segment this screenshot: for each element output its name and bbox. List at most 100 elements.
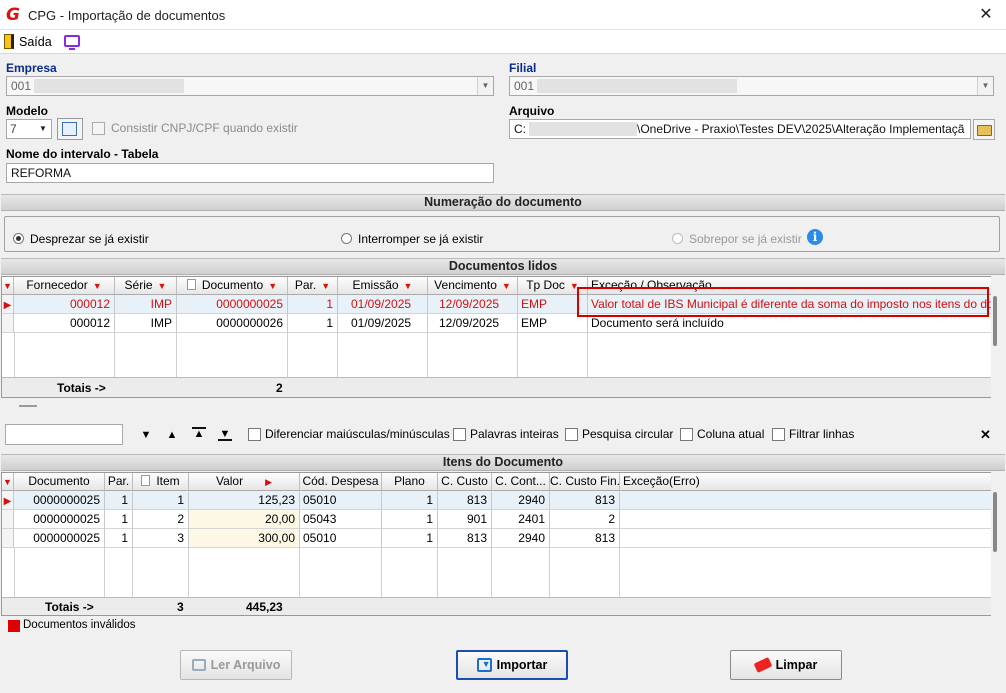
table-cell[interactable]: 1 (105, 529, 133, 548)
arrow-last-icon[interactable]: ▼ (218, 427, 232, 441)
col-documento[interactable]: Documento (14, 473, 105, 491)
itens-grid[interactable]: ▼ Documento Par. Item Valor ▶ Cód. Despes… (1, 472, 995, 616)
filter-checkbox[interactable] (772, 428, 785, 441)
table-cell[interactable]: 1 (382, 510, 438, 529)
col-excecao-erro[interactable]: Exceção(Erro) (620, 473, 994, 491)
table-cell[interactable]: 1 (105, 491, 133, 510)
table-cell[interactable]: 2401 (492, 510, 550, 529)
arrow-first-icon[interactable]: ▲ (192, 427, 206, 441)
col-valor[interactable]: Valor ▶ (189, 473, 300, 491)
table-cell[interactable]: 1 (133, 491, 189, 510)
table-cell[interactable]: 813 (438, 491, 492, 510)
table-cell[interactable]: 300,00 (189, 529, 300, 548)
filter-icon[interactable]: ▼ (404, 281, 413, 291)
col-item[interactable]: Item (133, 473, 189, 491)
exit-menu-item[interactable]: Saída (19, 35, 52, 49)
arrow-down-icon[interactable]: ▼ (139, 428, 153, 442)
documentos-scrollbar[interactable] (991, 276, 1000, 398)
col-vencimento[interactable]: Vencimento ▼ (428, 277, 518, 295)
table-cell[interactable]: 813 (438, 529, 492, 548)
col-par[interactable]: Par. ▼ (288, 277, 338, 295)
col-documento[interactable]: Documento ▼ (177, 277, 288, 295)
chevron-down-icon[interactable]: ▼ (977, 77, 993, 95)
table-cell[interactable]: 1 (382, 491, 438, 510)
table-cell[interactable]: 901 (438, 510, 492, 529)
search-input[interactable] (5, 424, 123, 445)
table-cell[interactable]: 2940 (492, 529, 550, 548)
table-cell[interactable]: 125,23 (189, 491, 300, 510)
col-plano[interactable]: Plano (382, 473, 438, 491)
chevron-down-icon[interactable]: ▼ (477, 77, 493, 95)
table-cell[interactable]: 813 (550, 491, 620, 510)
filter-icon[interactable]: ▼ (502, 281, 511, 291)
table-cell[interactable] (620, 491, 994, 510)
filial-select[interactable]: 001 ▼ (509, 76, 994, 96)
table-cell[interactable]: 000012 (14, 314, 115, 333)
circular-checkbox[interactable] (565, 428, 578, 441)
filter-icon[interactable]: ▼ (268, 281, 277, 291)
limpar-button[interactable]: Limpar (730, 650, 842, 680)
filter-icon[interactable]: ▼ (321, 281, 330, 291)
table-cell[interactable]: 2 (550, 510, 620, 529)
close-icon[interactable]: ✕ (976, 5, 996, 25)
table-cell[interactable] (620, 529, 994, 548)
table-cell[interactable]: 0000000025 (177, 295, 288, 314)
intervalo-input[interactable]: REFORMA (6, 163, 494, 183)
arquivo-input[interactable]: C: \OneDrive - Praxio\Testes DEV\2025\Alt… (509, 119, 971, 139)
table-cell[interactable]: 05010 (300, 529, 382, 548)
table-cell[interactable]: 01/09/2025 (338, 295, 428, 314)
table-cell[interactable]: 2940 (492, 491, 550, 510)
col-c-cont[interactable]: C. Cont... (492, 473, 550, 491)
info-icon[interactable]: i (807, 229, 823, 245)
table-cell[interactable]: 20,00 (189, 510, 300, 529)
words-checkbox[interactable] (453, 428, 466, 441)
table-cell[interactable]: 1 (105, 510, 133, 529)
table-cell[interactable]: 0000000025 (14, 529, 105, 548)
col-c-custo-fin[interactable]: C. Custo Fin. (550, 473, 620, 491)
importar-button[interactable]: ▼ Importar (456, 650, 568, 680)
table-cell[interactable]: 0000000025 (14, 491, 105, 510)
table-cell[interactable]: IMP (115, 295, 177, 314)
table-cell[interactable]: 01/09/2025 (338, 314, 428, 333)
table-cell[interactable]: 000012 (14, 295, 115, 314)
column-checkbox[interactable] (680, 428, 693, 441)
table-cell[interactable]: 3 (133, 529, 189, 548)
modelo-select[interactable]: 7 ▼ (6, 119, 52, 139)
col-emissao[interactable]: Emissão ▼ (338, 277, 428, 295)
splitter-handle[interactable] (19, 405, 37, 407)
col-cod-despesa[interactable]: Cód. Despesa (300, 473, 382, 491)
exit-door-icon[interactable] (4, 34, 14, 49)
table-cell[interactable]: 1 (382, 529, 438, 548)
chevron-down-icon[interactable]: ▼ (35, 120, 51, 138)
table-cell[interactable]: 05010 (300, 491, 382, 510)
table-cell[interactable] (620, 510, 994, 529)
monitor-icon[interactable] (64, 35, 80, 50)
table-cell[interactable]: 813 (550, 529, 620, 548)
interromper-radio[interactable] (341, 233, 352, 244)
table-cell[interactable]: 12/09/2025 (428, 295, 518, 314)
browse-file-button[interactable] (973, 119, 995, 140)
table-cell[interactable]: 05043 (300, 510, 382, 529)
scrollbar-thumb[interactable] (993, 492, 997, 552)
table-cell[interactable]: IMP (115, 314, 177, 333)
empresa-select[interactable]: 001 ▼ (6, 76, 494, 96)
desprezar-radio[interactable] (13, 233, 24, 244)
arrow-up-icon[interactable]: ▲ (165, 428, 179, 442)
table-cell[interactable]: 1 (288, 295, 338, 314)
table-cell[interactable]: 1 (288, 314, 338, 333)
col-serie[interactable]: Série ▼ (115, 277, 177, 295)
consistir-checkbox[interactable] (92, 122, 105, 135)
filter-icon[interactable]: ▼ (93, 281, 102, 291)
table-cell[interactable]: 12/09/2025 (428, 314, 518, 333)
table-cell[interactable]: 2 (133, 510, 189, 529)
itens-scrollbar[interactable] (991, 472, 1000, 616)
table-cell[interactable]: 0000000026 (177, 314, 288, 333)
edit-model-button[interactable] (57, 118, 83, 140)
scrollbar-thumb[interactable] (993, 296, 997, 346)
close-search-icon[interactable]: ✕ (980, 427, 991, 443)
filter-icon[interactable]: ▼ (158, 281, 167, 291)
col-fornecedor[interactable]: Fornecedor ▼ (14, 277, 115, 295)
case-checkbox[interactable] (248, 428, 261, 441)
col-par[interactable]: Par. (105, 473, 133, 491)
ler-arquivo-button[interactable]: Ler Arquivo (180, 650, 292, 680)
